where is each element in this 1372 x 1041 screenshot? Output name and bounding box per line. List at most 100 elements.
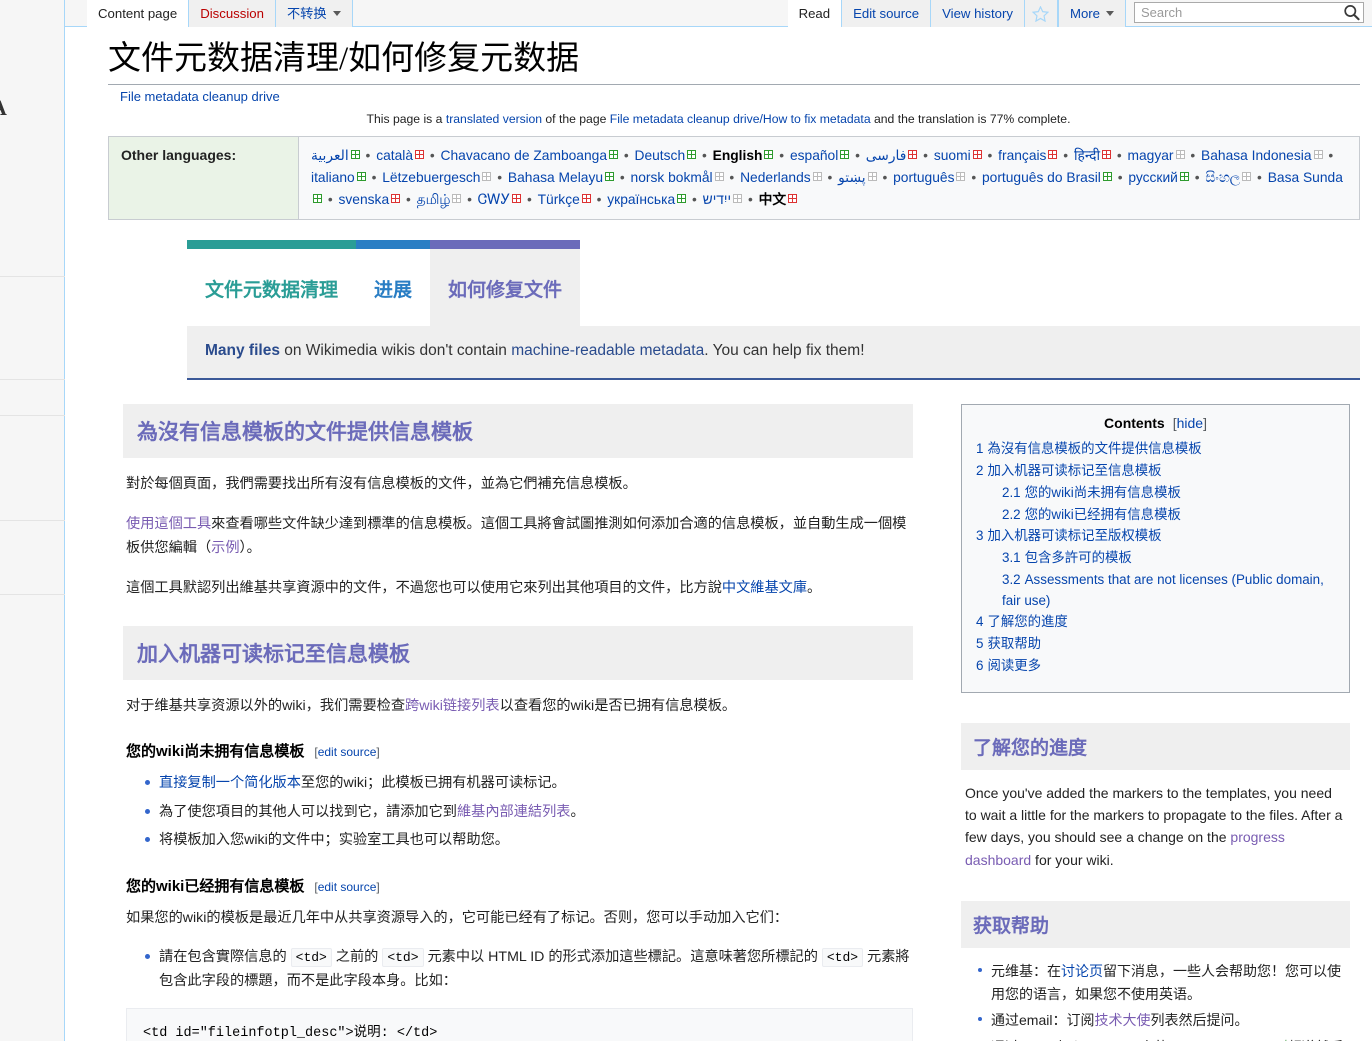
talk-page-link[interactable]: 讨论页 — [1061, 963, 1103, 979]
language-link[interactable]: Bahasa Indonesia — [1201, 148, 1311, 163]
language-link[interactable]: català — [376, 148, 413, 163]
sidebar-link[interactable]: nanges — [0, 618, 65, 637]
toc-entry[interactable]: 3加入机器可读标记至版权模板 — [976, 526, 1335, 547]
sidebar-link[interactable]: nges — [0, 180, 65, 199]
language-link[interactable]: svenska — [339, 192, 390, 207]
toc-entry-link[interactable]: 為沒有信息模板的文件提供信息模板 — [987, 441, 1201, 456]
sidebar-link[interactable]: book — [0, 525, 65, 544]
sidebar-link[interactable]: version — [0, 563, 65, 582]
toc-entry-link[interactable]: 阅读更多 — [987, 658, 1041, 673]
language-link[interactable]: norsk bokmål — [631, 170, 713, 185]
toc-entry[interactable]: 3.1包含多許可的模板 — [976, 548, 1335, 569]
interwiki-internal-list-link[interactable]: 維基內部連結列表 — [457, 804, 571, 820]
language-link[interactable]: українська — [607, 192, 675, 207]
language-link[interactable]: Chavacano de Zamboanga — [441, 148, 607, 163]
interwiki-list-link[interactable]: 跨wiki链接列表 — [405, 698, 500, 714]
edit-source-anchor[interactable]: edit source — [318, 745, 377, 759]
tab-discussion[interactable]: Discussion — [189, 0, 276, 27]
edit-source-link-2-2[interactable]: [edit source] — [314, 880, 379, 894]
copy-simplified-template-link[interactable]: 直接复制一个简化版本 — [159, 775, 301, 791]
search-button[interactable] — [1343, 4, 1361, 21]
language-link[interactable]: English — [713, 148, 763, 163]
edit-source-anchor[interactable]: edit source — [318, 880, 377, 894]
language-link[interactable]: español — [790, 148, 838, 163]
toc-entry-link[interactable]: 您的wiki已经拥有信息模板 — [1025, 507, 1181, 522]
language-link[interactable]: Deutsch — [635, 148, 686, 163]
language-link[interactable]: Bahasa Melayu — [508, 170, 603, 185]
sidebar-link[interactable]: Web — [0, 420, 65, 439]
sidebar-link[interactable]: a Forum — [0, 281, 65, 300]
toc-entry-link[interactable]: 您的wiki尚未拥有信息模板 — [1025, 485, 1181, 500]
language-link[interactable]: suomi — [934, 148, 971, 163]
tab-view-history[interactable]: View history — [931, 0, 1025, 27]
zh-wikisource-link[interactable]: 中文維基文庫 — [722, 580, 807, 596]
language-link[interactable]: magyar — [1128, 148, 1174, 163]
language-link[interactable]: हिन्दी — [1074, 148, 1100, 163]
sidebar-link[interactable]: News — [0, 142, 65, 161]
sidebar-link[interactable]: ge — [0, 199, 65, 218]
sidebar-link[interactable]: rmation — [0, 694, 65, 713]
sidebar-link[interactable]: ts — [0, 300, 65, 319]
toc-entry-link[interactable]: 获取帮助 — [987, 636, 1041, 651]
toc-entry-link[interactable]: 加入机器可读标记至版权模板 — [987, 528, 1161, 543]
language-link[interactable]: italiano — [311, 170, 355, 185]
drive-tab-how-to-fix[interactable]: 如何修复文件 — [430, 240, 580, 326]
language-link[interactable]: français — [998, 148, 1046, 163]
sidebar-link[interactable]: ages — [0, 656, 65, 675]
language-link[interactable]: русский — [1128, 170, 1178, 185]
sidebar-link[interactable]: s — [0, 161, 65, 180]
site-logo[interactable]: MEDIA -WIKI — [0, 0, 65, 100]
more-menu-button[interactable]: More — [1058, 0, 1126, 27]
toc-entry[interactable]: 2.2您的wiki已经拥有信息模板 — [976, 505, 1335, 526]
machine-readable-metadata-link[interactable]: machine-readable metadata — [511, 342, 704, 359]
language-link[interactable]: 中文 — [759, 192, 787, 207]
sidebar-link[interactable]: age — [0, 713, 65, 732]
sidebar-link[interactable]: kimedia — [0, 384, 65, 403]
language-link[interactable]: Lëtzebuergesch — [382, 170, 480, 185]
toc-entry[interactable]: 6阅读更多 — [976, 656, 1335, 677]
toc-entry[interactable]: 4了解您的進度 — [976, 612, 1335, 633]
toc-entry-link[interactable]: 加入机器可读标记至信息模板 — [987, 463, 1161, 478]
language-link[interactable]: ᏣᎳᎩ — [478, 192, 510, 207]
language-link[interactable]: português — [893, 170, 954, 185]
toc-entry[interactable]: 2.1您的wiki尚未拥有信息模板 — [976, 483, 1335, 504]
toc-entry-link[interactable]: 了解您的進度 — [987, 614, 1067, 629]
source-page-link[interactable]: File metadata cleanup drive/How to fix m… — [610, 112, 871, 126]
language-link[interactable]: português do Brasil — [982, 170, 1101, 185]
sidebar-link[interactable]: e — [0, 637, 65, 656]
sidebar-link[interactable]: medians — [0, 439, 65, 458]
sidebar-link[interactable]: s here — [0, 599, 65, 618]
tool-link[interactable]: 使用這個工具 — [126, 516, 211, 532]
tab-content-page[interactable]: Content page — [87, 0, 189, 27]
translated-version-link[interactable]: translated version — [446, 112, 542, 126]
tab-variant-converter[interactable]: 不转换 — [276, 0, 353, 27]
language-link[interactable]: پښتو — [838, 170, 865, 185]
drive-tab-overview[interactable]: 文件元数据清理 — [187, 240, 356, 326]
language-link[interactable]: Basa Sunda — [1268, 170, 1343, 185]
toc-entry-link[interactable]: 包含多許可的模板 — [1025, 550, 1132, 565]
example-link[interactable]: 示例 — [211, 540, 239, 556]
tech-ambassadors-link[interactable]: 技术大使 — [1094, 1012, 1150, 1028]
language-link[interactable]: ייִדיש — [703, 192, 731, 207]
toc-toggle[interactable]: [hide] — [1173, 415, 1207, 431]
toc-entry[interactable]: 5获取帮助 — [976, 634, 1335, 655]
language-link[interactable]: فارسی — [866, 148, 907, 163]
language-link[interactable]: Nederlands — [740, 170, 811, 185]
sidebar-link[interactable]: l as PDF — [0, 544, 65, 563]
language-link[interactable]: සිංහල — [1205, 170, 1240, 185]
tab-edit-source[interactable]: Edit source — [842, 0, 931, 27]
tab-read[interactable]: Read — [788, 0, 843, 27]
edit-source-link-2-1[interactable]: [edit source] — [314, 745, 379, 759]
language-link[interactable]: Türkçe — [538, 192, 580, 207]
drive-tab-progress[interactable]: 进展 — [356, 240, 430, 326]
search-input[interactable] — [1134, 2, 1364, 23]
sidebar-link[interactable]: nt link — [0, 675, 65, 694]
toc-entry[interactable]: 2加入机器可读标记至信息模板 — [976, 461, 1335, 482]
language-link[interactable]: தமிழ் — [417, 192, 451, 207]
toc-hide-link[interactable]: hide — [1177, 415, 1203, 431]
breadcrumb-parent-link[interactable]: File metadata cleanup drive — [120, 89, 280, 104]
toc-entry[interactable]: 3.2Assessments that are not licenses (Pu… — [976, 570, 1335, 612]
toc-entry[interactable]: 1為沒有信息模板的文件提供信息模板 — [976, 439, 1335, 460]
watch-star-button[interactable] — [1025, 0, 1058, 27]
toc-entry-link[interactable]: Assessments that are not licenses (Publi… — [1002, 572, 1324, 608]
